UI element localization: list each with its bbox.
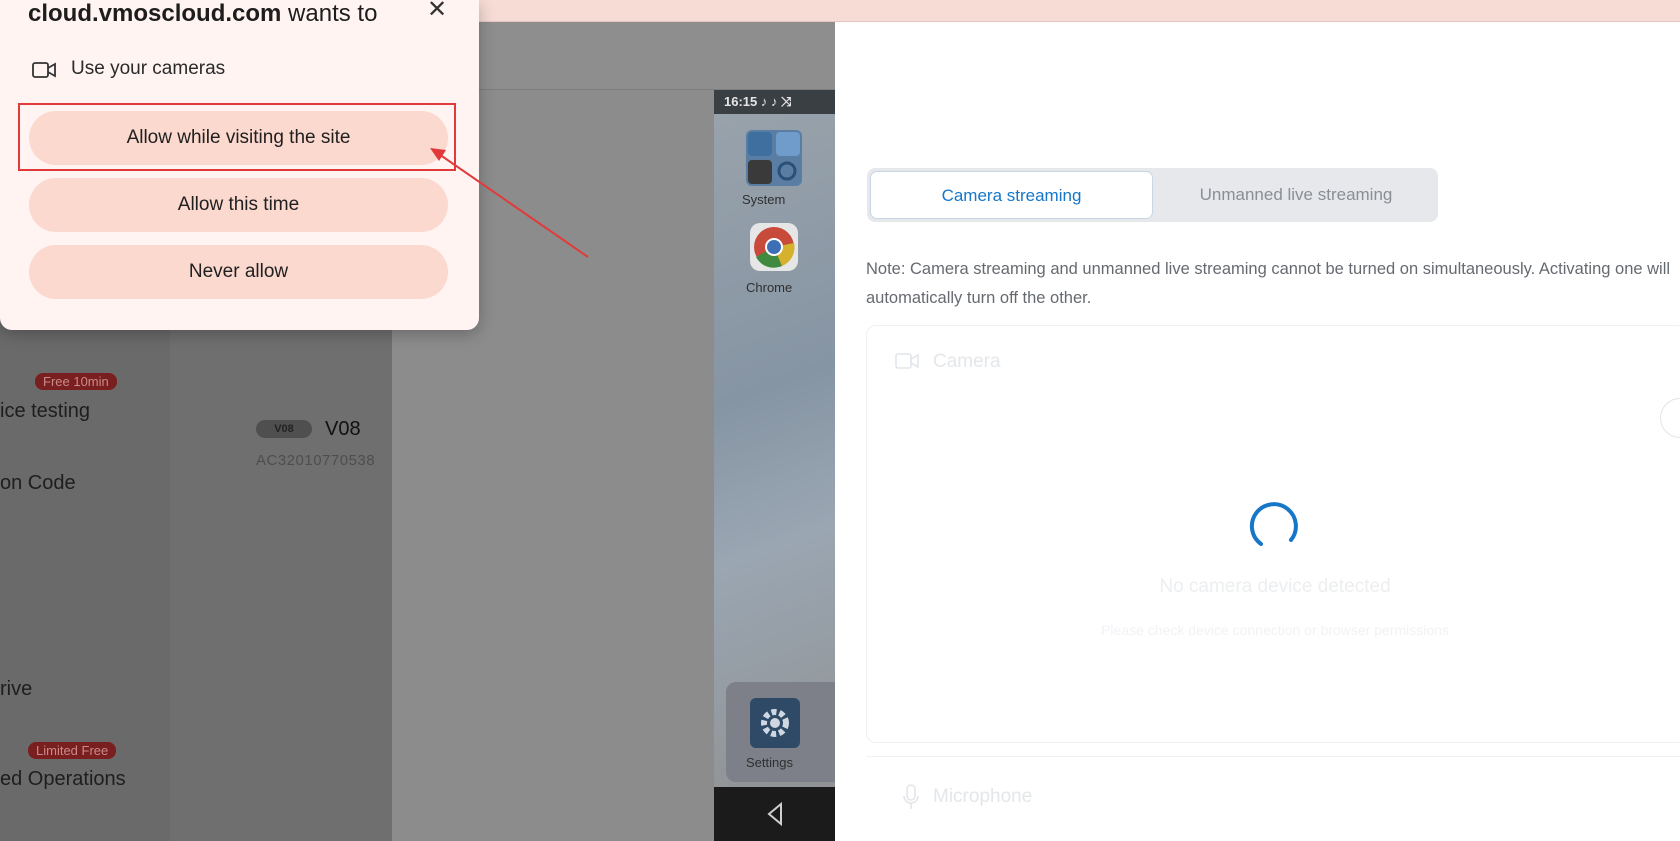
microphone-card-title: Microphone (933, 786, 1033, 807)
sidebar-item-testing[interactable]: ice testing (0, 400, 90, 423)
tiktok-icon: ♪ ♪ ⤨ (760, 94, 792, 109)
never-allow-button[interactable]: Never allow (29, 245, 448, 299)
popup-title-suffix: wants to (281, 0, 378, 27)
phone-status-bar: 16:15 ♪ ♪ ⤨ (714, 90, 835, 114)
sidebar-item-drive[interactable]: rive (0, 678, 32, 701)
device-id: AC32010770538 (256, 452, 376, 469)
tab-camera-streaming[interactable]: Camera streaming (870, 171, 1153, 219)
loading-spinner-icon (1249, 502, 1298, 546)
device-chip: V08 (256, 420, 312, 438)
system-folder-icon[interactable] (746, 130, 802, 186)
app-label-system: System (742, 192, 786, 207)
popup-title: cloud.vmoscloud.com wants to (28, 0, 377, 28)
close-icon[interactable]: ✕ (424, 0, 450, 24)
settings-icon[interactable] (750, 698, 800, 748)
camera-card-title: Camera (933, 351, 1001, 372)
free-badge: Free 10min (35, 373, 117, 390)
phone-nav-bar (714, 787, 835, 841)
allow-this-time-button[interactable]: Allow this time (29, 178, 448, 232)
empty-state-subtitle: Please check device connection or browse… (1101, 622, 1449, 638)
back-icon[interactable] (714, 787, 835, 841)
app-label-chrome: Chrome (746, 280, 793, 295)
popup-origin: cloud.vmoscloud.com (28, 0, 282, 27)
streaming-panel: Camera streaming Unmanned live streaming… (835, 22, 1680, 841)
limited-badge: Limited Free (28, 742, 117, 759)
video-camera-icon (32, 62, 56, 78)
streaming-note: Note: Camera streaming and unmanned live… (866, 260, 1671, 307)
sidebar-item-code[interactable]: on Code (0, 472, 76, 495)
sidebar-item-operations[interactable]: ed Operations (0, 768, 126, 791)
chrome-icon[interactable] (750, 223, 798, 271)
device-name[interactable]: V08 (325, 418, 361, 441)
permission-popup: cloud.vmoscloud.com wants to ✕ Use your … (0, 0, 479, 330)
tab-unmanned-live-streaming[interactable]: Unmanned live streaming (1157, 171, 1435, 219)
camera-icon (895, 353, 919, 369)
empty-state-title: No camera device detected (1159, 576, 1391, 597)
highlight-box (18, 103, 456, 171)
permission-label: Use your cameras (71, 58, 226, 79)
microphone-icon (903, 784, 919, 809)
streaming-tabs: Camera streaming Unmanned live streaming (867, 168, 1438, 222)
app-label-settings: Settings (746, 755, 793, 770)
phone-preview[interactable]: 16:15 ♪ ♪ ⤨ System Chrome Settings (714, 90, 835, 841)
phone-time: 16:15 (724, 94, 758, 109)
